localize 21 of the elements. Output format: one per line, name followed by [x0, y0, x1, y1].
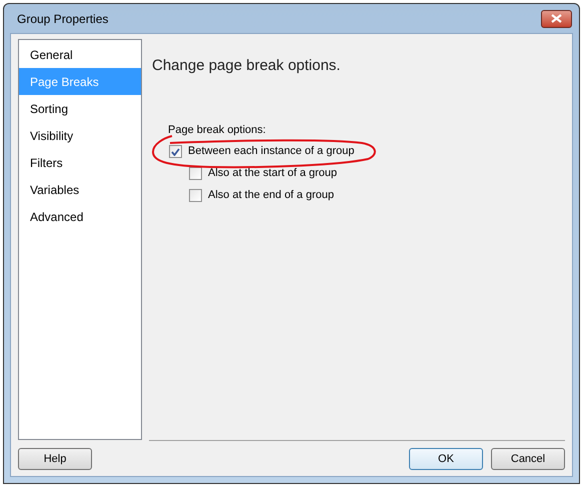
ok-button[interactable]: OK	[409, 448, 483, 470]
window-title: Group Properties	[16, 10, 108, 28]
sidebar-item[interactable]: General	[19, 41, 141, 68]
sidebar-item[interactable]: Visibility	[19, 122, 141, 149]
sidebar-item[interactable]: Filters	[19, 149, 141, 176]
checkbox[interactable]	[189, 189, 202, 202]
sidebar-item[interactable]: Advanced	[19, 203, 141, 230]
checkbox[interactable]	[169, 145, 182, 158]
cancel-button[interactable]: Cancel	[491, 448, 565, 470]
help-button[interactable]: Help	[18, 448, 92, 470]
group-label: Page break options:	[168, 122, 267, 138]
checkbox-option[interactable]: Also at the start of a group	[189, 166, 565, 181]
sidebar-item[interactable]: Sorting	[19, 95, 141, 122]
close-button[interactable]	[541, 10, 572, 28]
checkbox-option[interactable]: Between each instance of a group	[169, 144, 565, 159]
page-heading: Change page break options.	[152, 56, 342, 76]
check-icon	[171, 148, 180, 156]
sidebar-item[interactable]: Variables	[19, 176, 141, 203]
checkbox-option[interactable]: Also at the end of a group	[189, 188, 565, 203]
close-icon	[551, 14, 562, 23]
checkbox[interactable]	[189, 167, 202, 180]
